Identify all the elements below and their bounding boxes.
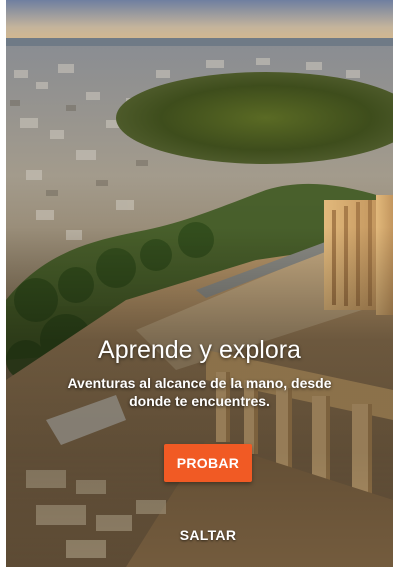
onboarding-subtitle: Aventuras al alcance de la mano, desde d… bbox=[67, 375, 332, 409]
skip-button[interactable]: SALTAR bbox=[156, 522, 260, 548]
probar-button[interactable]: PROBAR bbox=[164, 444, 252, 482]
onboarding-headline: Aprende y explora bbox=[98, 336, 301, 364]
onboarding-screen: Aprende y explora Aventuras al alcance d… bbox=[6, 0, 393, 567]
